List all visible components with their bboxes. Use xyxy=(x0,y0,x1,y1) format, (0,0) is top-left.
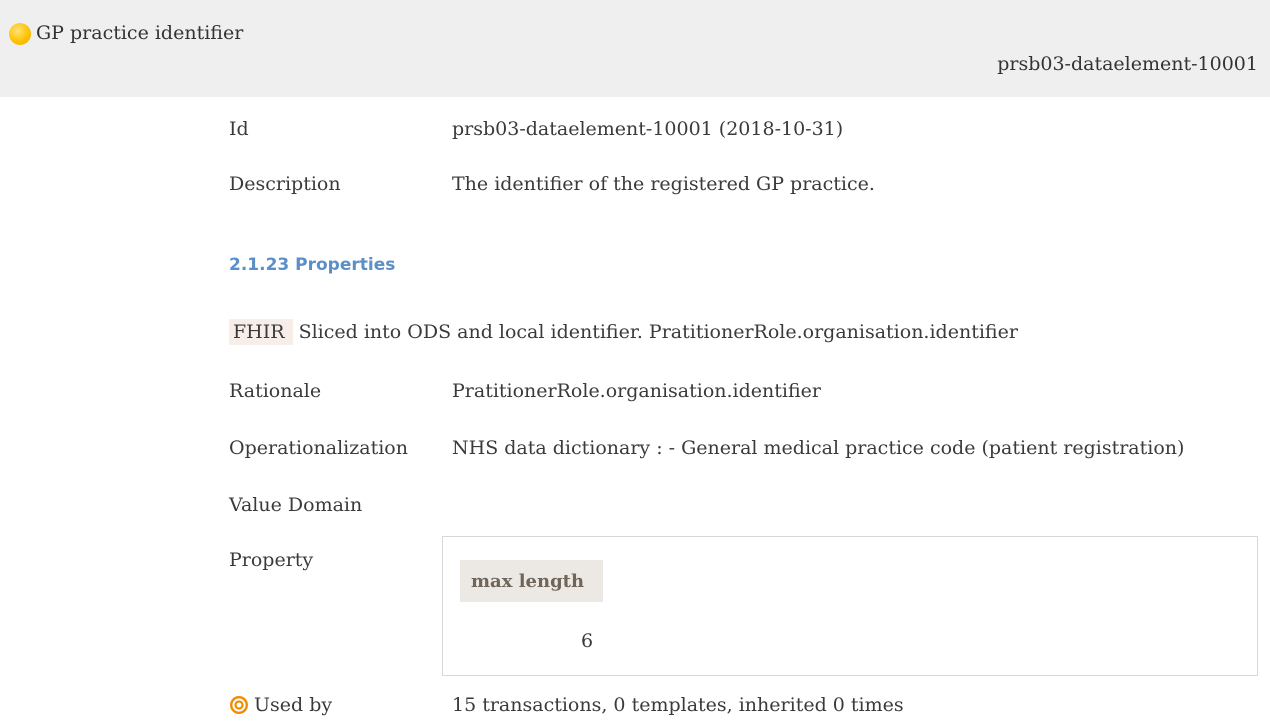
fhir-text: Sliced into ODS and local identifier. Pr… xyxy=(298,321,1018,343)
description-label: Description xyxy=(229,173,341,195)
page-header: GP practice identifier prsb03-dataelemen… xyxy=(0,0,1270,97)
max-length-header: max length xyxy=(460,560,603,602)
operationalization-label: Operationalization xyxy=(229,437,408,459)
operationalization-value: NHS data dictionary : - General medical … xyxy=(452,437,1185,459)
property-label: Property xyxy=(229,549,314,571)
id-label: Id xyxy=(229,118,249,140)
element-identifier: prsb03-dataelement-10001 xyxy=(997,53,1258,75)
sun-status-icon xyxy=(9,23,31,45)
rationale-label: Rationale xyxy=(229,380,322,402)
properties-heading: 2.1.23 Properties xyxy=(229,255,396,275)
target-icon xyxy=(230,696,248,714)
id-value: prsb03-dataelement-10001 (2018-10-31) xyxy=(452,118,844,140)
used-by-label: Used by xyxy=(254,694,333,716)
used-by-value[interactable]: 15 transactions, 0 templates, inherited … xyxy=(452,694,904,716)
property-table: max length 6 xyxy=(442,536,1258,676)
max-length-value: 6 xyxy=(581,630,594,652)
rationale-value: PratitionerRole.organisation.identifier xyxy=(452,380,821,402)
fhir-tag: FHIR xyxy=(229,319,293,345)
page-title: GP practice identifier xyxy=(36,22,244,44)
description-value: The identifier of the registered GP prac… xyxy=(452,173,875,195)
fhir-property-line: FHIR Sliced into ODS and local identifie… xyxy=(229,319,1018,345)
value-domain-label: Value Domain xyxy=(229,494,363,516)
